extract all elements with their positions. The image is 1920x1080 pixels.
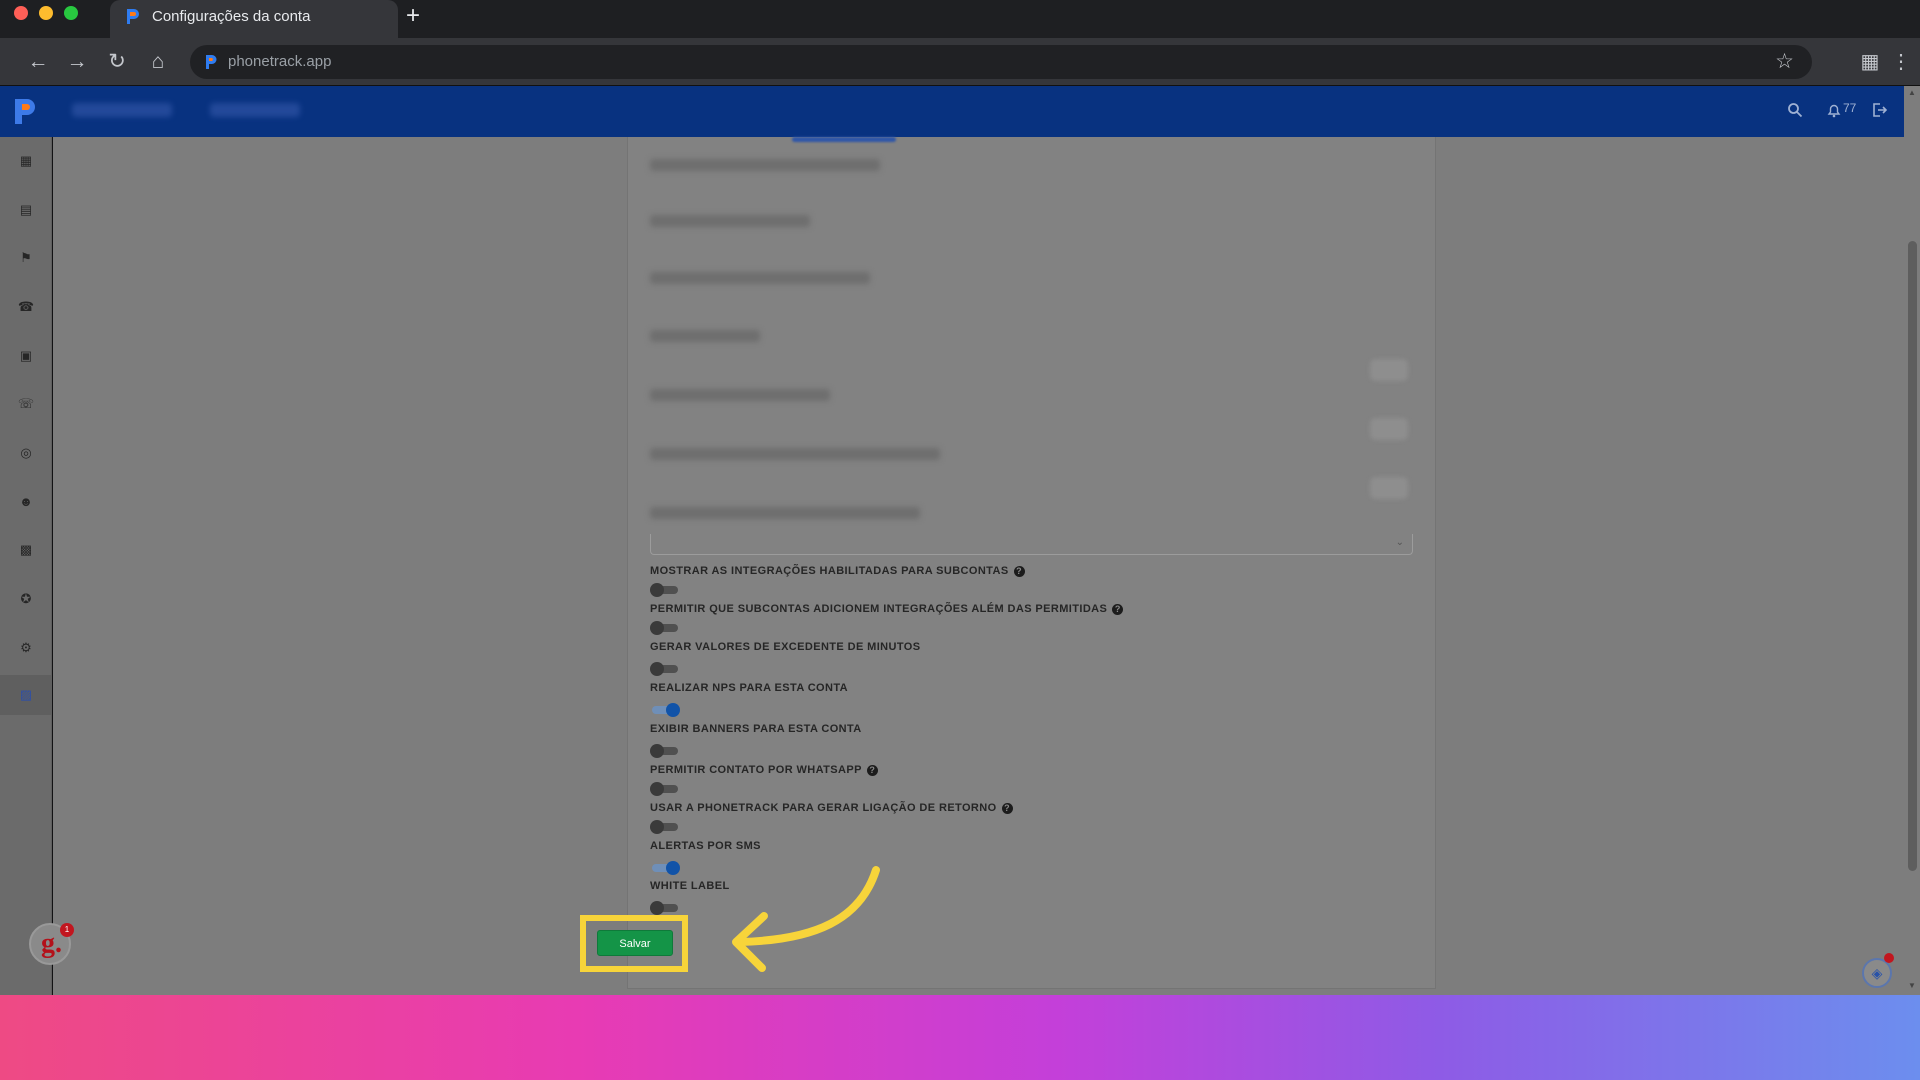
toggle-switch[interactable] (650, 621, 680, 635)
toggle-switch[interactable] (650, 703, 680, 717)
help-icon[interactable]: ? (1112, 603, 1124, 615)
tab-title: Configurações da conta (152, 8, 311, 25)
toggle-switch[interactable] (650, 901, 680, 915)
setting-white-label: WHITE LABEL (650, 880, 730, 915)
window-close-button[interactable] (14, 6, 28, 20)
notification-count: 77 (1843, 101, 1857, 115)
address-bar[interactable]: phonetrack.app ☆ (190, 45, 1812, 79)
home-icon[interactable]: ⌂ (144, 48, 172, 76)
blurred-field (650, 330, 760, 342)
sidebar: ▦ ▤ ⚑ ☎ ▣ ☏ ◎ ☻ ▩ ✪ ⚙ ▨ (0, 137, 52, 995)
contact-card-icon[interactable]: ▣ (0, 336, 52, 376)
site-favicon-icon (206, 55, 217, 69)
decorative-gradient-band (0, 995, 1920, 1080)
help-icon[interactable]: ? (1001, 802, 1013, 814)
scrollbar-thumb[interactable] (1908, 241, 1917, 871)
blurred-control (1370, 418, 1408, 440)
blurred-select[interactable]: ⌄ (650, 534, 1413, 555)
buildings-icon[interactable]: ▤ (0, 190, 52, 230)
users-icon[interactable]: ☻ (0, 482, 52, 522)
app-root: Configurações da conta + ← → ↻ ⌂ phonetr… (0, 0, 1920, 1080)
setting-label: USAR A PHONETRACK PARA GERAR LIGAÇÃO DE … (650, 802, 1013, 814)
g-widget-badge: 1 (60, 923, 74, 937)
bookmark-star-icon[interactable]: ☆ (1775, 49, 1794, 74)
chevron-down-icon: ⌄ (1395, 537, 1404, 548)
setting-sms-alerts: ALERTAS POR SMS (650, 840, 761, 875)
app-header: 77 (0, 86, 1904, 137)
blurred-control (1370, 359, 1408, 381)
save-button[interactable]: Salvar (597, 930, 673, 956)
browser-toolbar: ← → ↻ ⌂ phonetrack.app ☆ ▦ ⋮ (0, 38, 1920, 86)
blurred-field (650, 389, 830, 401)
browser-tab-active[interactable]: Configurações da conta (110, 0, 398, 38)
extensions-puzzle-icon[interactable]: ▦ (1857, 48, 1883, 76)
phonetrack-favicon-icon (127, 9, 139, 24)
gear-icon[interactable]: ⚙ (0, 628, 52, 668)
search-icon[interactable] (1787, 102, 1803, 118)
setting-allow-extra-integrations: PERMITIR QUE SUBCONTAS ADICIONEM INTEGRA… (650, 603, 1124, 635)
setting-callback: USAR A PHONETRACK PARA GERAR LIGAÇÃO DE … (650, 802, 1013, 834)
blurred-field (650, 215, 810, 227)
new-tab-button[interactable]: + (406, 2, 420, 30)
setting-label: WHITE LABEL (650, 880, 730, 892)
blurred-control (1370, 477, 1408, 499)
page-scrollbar[interactable]: ▲ ▼ (1904, 86, 1920, 995)
toggle-switch[interactable] (650, 744, 680, 758)
setting-label: PERMITIR QUE SUBCONTAS ADICIONEM INTEGRA… (650, 603, 1124, 615)
setting-label: MOSTRAR AS INTEGRAÇÕES HABILITADAS PARA … (650, 565, 1025, 577)
toggle-switch[interactable] (650, 662, 680, 676)
setting-whatsapp: PERMITIR CONTATO POR WHATSAPP? (650, 764, 878, 796)
phone-call-icon[interactable]: ☏ (0, 384, 52, 424)
browser-menu-icon[interactable]: ⋮ (1888, 48, 1914, 76)
setting-label: GERAR VALORES DE EXCEDENTE DE MINUTOS (650, 641, 921, 653)
setting-label: PERMITIR CONTATO POR WHATSAPP? (650, 764, 878, 776)
breadcrumb-blurred-2 (210, 103, 300, 117)
support-notification-dot (1884, 953, 1894, 963)
dashboard-icon[interactable]: ▦ (0, 141, 52, 181)
puzzle-icon[interactable]: ✪ (0, 579, 52, 619)
setting-banners: EXIBIR BANNERS PARA ESTA CONTA (650, 723, 862, 758)
blurred-field (650, 448, 940, 460)
setting-label: EXIBIR BANNERS PARA ESTA CONTA (650, 723, 862, 735)
setting-nps: REALIZAR NPS PARA ESTA CONTA (650, 682, 848, 717)
window-minimize-button[interactable] (39, 6, 53, 20)
blurred-active-tab (792, 137, 896, 142)
setting-label: ALERTAS POR SMS (650, 840, 761, 852)
scroll-up-icon[interactable]: ▲ (1908, 88, 1916, 97)
help-icon[interactable]: ? (1013, 565, 1025, 577)
target-icon[interactable]: ◎ (0, 433, 52, 473)
toggle-switch[interactable] (650, 861, 680, 875)
library-icon[interactable]: ▩ (0, 530, 52, 570)
phone-icon[interactable]: ☎ (0, 287, 52, 327)
toggle-switch[interactable] (650, 820, 680, 834)
help-icon[interactable]: ? (866, 764, 878, 776)
blurred-field (650, 507, 920, 519)
setting-excess-minutes: GERAR VALORES DE EXCEDENTE DE MINUTOS (650, 641, 921, 676)
setting-show-integrations: MOSTRAR AS INTEGRAÇÕES HABILITADAS PARA … (650, 565, 1025, 597)
toggle-switch[interactable] (650, 583, 680, 597)
reload-icon[interactable]: ↻ (103, 48, 131, 76)
address-url: phonetrack.app (228, 53, 332, 70)
window-maximize-button[interactable] (64, 6, 78, 20)
g-widget-logo: g. (41, 928, 62, 959)
flag-icon[interactable]: ⚑ (0, 238, 52, 278)
main-content: ⌄ MOSTRAR AS INTEGRAÇÕES HABILITADAS PAR… (53, 137, 1904, 995)
logout-icon[interactable] (1871, 102, 1888, 118)
annotation-arrow-icon (732, 866, 880, 972)
store-icon[interactable]: ▨ (0, 675, 52, 715)
blurred-field (650, 272, 870, 284)
phonetrack-logo-icon[interactable] (12, 96, 38, 126)
setting-label: REALIZAR NPS PARA ESTA CONTA (650, 682, 848, 694)
forward-arrow-icon[interactable]: → (63, 48, 91, 76)
toggle-switch[interactable] (650, 782, 680, 796)
browser-titlebar: Configurações da conta + (0, 0, 1920, 38)
back-arrow-icon[interactable]: ← (24, 48, 52, 76)
breadcrumb-blurred (72, 103, 172, 117)
scroll-down-icon[interactable]: ▼ (1908, 981, 1916, 990)
bell-icon[interactable] (1826, 102, 1842, 118)
blurred-field (650, 159, 880, 171)
